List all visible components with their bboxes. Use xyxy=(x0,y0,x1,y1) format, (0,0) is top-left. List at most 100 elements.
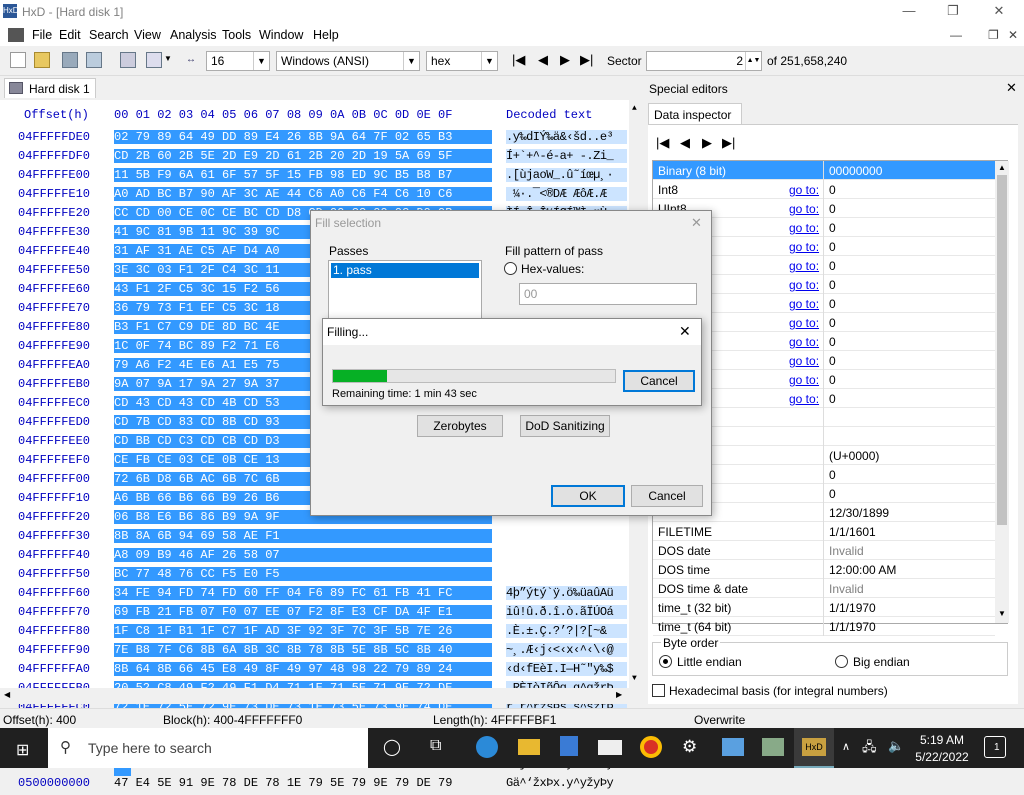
inspector-value[interactable]: 0 xyxy=(829,373,836,387)
zerobytes-button[interactable]: Zerobytes xyxy=(417,415,503,437)
mdi-close-icon[interactable]: ✕ xyxy=(1008,28,1018,42)
big-endian-radio[interactable] xyxy=(835,655,848,668)
inspector-row[interactable]: Int8 go to: 0 xyxy=(653,180,995,199)
row-hex-bytes[interactable]: 7E B8 7F C6 8B 6A 8B 3C 8B 78 8B 5E 8B 5… xyxy=(114,643,492,657)
inspector-value[interactable]: 12/30/1899 xyxy=(829,506,889,520)
tray-chevron-icon[interactable]: ∧ xyxy=(842,740,850,753)
menu-search[interactable]: Search xyxy=(89,28,129,42)
volume-icon[interactable]: 🔈 xyxy=(888,738,904,754)
row-decoded-text[interactable]: ‹d‹fEèI.I—H˜"y‰$ xyxy=(506,662,627,676)
chrome-icon[interactable] xyxy=(640,736,662,758)
inspector-value[interactable]: 12:00:00 AM xyxy=(829,563,896,577)
sector-input[interactable]: 2 ▲▼ xyxy=(646,51,762,71)
goto-link[interactable]: go to: xyxy=(789,259,819,273)
last-sector-icon[interactable]: ▶| xyxy=(580,52,593,68)
inspector-value[interactable]: 0 xyxy=(829,392,836,406)
menu-window[interactable]: Window xyxy=(259,28,303,42)
minimize-button[interactable]: — xyxy=(886,0,932,24)
hex-basis-checkbox[interactable] xyxy=(652,684,665,697)
tab-hard-disk-1[interactable]: Hard disk 1 xyxy=(4,78,96,98)
menu-analysis[interactable]: Analysis xyxy=(170,28,217,42)
hex-row[interactable]: 04FFFFFF30 8B 8A 6B 94 69 58 AE F1 xyxy=(0,529,630,548)
inspector-value[interactable]: 0 xyxy=(829,278,836,292)
menu-view[interactable]: View xyxy=(134,28,161,42)
row-hex-bytes[interactable]: 02 79 89 64 49 DD 89 E4 26 8B 9A 64 7F 0… xyxy=(114,130,492,144)
clock-date[interactable]: 5/22/2022 xyxy=(912,750,972,764)
taskbar-search[interactable]: ⚲ Type here to search xyxy=(48,728,368,768)
hex-row[interactable]: 04FFFFFF80 1F C8 1F B1 1F C7 1F AD 3F 92 … xyxy=(0,624,630,643)
inspector-value[interactable]: (U+0000) xyxy=(829,449,879,463)
menu-file[interactable]: File xyxy=(32,28,52,42)
scroll-left-icon[interactable]: ◀ xyxy=(4,690,10,700)
hxd-taskbar-button[interactable]: HxD xyxy=(794,728,834,768)
mail-icon[interactable] xyxy=(598,740,622,755)
row-hex-bytes[interactable]: 1F C8 1F B1 1F C7 1F AD 3F 92 3F 7C 3F 5… xyxy=(114,624,492,638)
network-icon[interactable]: 🖧 xyxy=(862,738,877,760)
row-decoded-text[interactable]: ­¼·.¯<®DÆ ÆôÆ.Æ xyxy=(506,187,627,201)
dod-sanitizing-button[interactable]: DoD Sanitizing xyxy=(520,415,610,437)
inspector-row[interactable]: time_t (32 bit) 1/1/1970 xyxy=(653,598,995,617)
little-endian-radio[interactable] xyxy=(659,655,672,668)
row-decoded-text[interactable]: Gä^‘žxÞx.y^yžyÞy xyxy=(506,776,627,790)
print-icon[interactable] xyxy=(146,52,162,68)
menu-edit[interactable]: Edit xyxy=(59,28,81,42)
row-decoded-text[interactable]: .y‰dIÝ‰ä&‹šd..e³ xyxy=(506,130,627,144)
first-sector-icon[interactable]: |◀ xyxy=(512,52,525,68)
goto-link[interactable]: go to: xyxy=(789,354,819,368)
inspector-value[interactable]: Invalid xyxy=(829,582,864,596)
inspector-row[interactable]: FILETIME 1/1/1601 xyxy=(653,522,995,541)
row-decoded-text[interactable]: .[ùjaoW_.û˜íœµ¸· xyxy=(506,168,627,182)
row-hex-bytes[interactable]: A8 09 B9 46 AF 26 58 07 xyxy=(114,548,492,562)
hex-values-input[interactable]: 00 xyxy=(519,283,697,305)
goto-link[interactable]: go to: xyxy=(789,335,819,349)
dropdown-arrow-icon[interactable]: ▼ xyxy=(164,54,172,63)
horizontal-scrollbar[interactable]: ◀ ▶ xyxy=(0,688,629,704)
inspector-row[interactable]: DOS time 12:00:00 AM xyxy=(653,560,995,579)
maximize-button[interactable]: ❐ xyxy=(930,0,976,24)
row-hex-bytes[interactable]: 8B 64 8B 66 45 E8 49 8F 49 97 48 98 22 7… xyxy=(114,662,492,676)
goto-link[interactable]: go to: xyxy=(789,202,819,216)
mdi-restore-icon[interactable]: ❐ xyxy=(988,28,999,42)
inspector-row[interactable]: DOS date Invalid xyxy=(653,541,995,560)
fill-dialog-close-icon[interactable]: ✕ xyxy=(691,215,702,231)
row-decoded-text[interactable]: iû!û.ð.î.ò.ãÏÚOá xyxy=(506,605,627,619)
inspector-row[interactable]: time_t (64 bit) 1/1/1970 xyxy=(653,617,995,636)
goto-link[interactable]: go to: xyxy=(789,316,819,330)
row-decoded-text[interactable]: ~¸.Æ‹j‹<‹x‹^‹\‹@ xyxy=(506,643,627,657)
row-decoded-text[interactable]: 4þ”ýtý`ÿ.ö‰üaûAü xyxy=(506,586,627,600)
task-view-icon[interactable]: ⧉ xyxy=(430,737,441,755)
filling-cancel-button[interactable]: Cancel xyxy=(623,370,695,392)
hex-row[interactable]: 04FFFFFF90 7E B8 7F C6 8B 6A 8B 3C 8B 78 … xyxy=(0,643,630,662)
store-icon[interactable] xyxy=(560,736,578,756)
disk-icon[interactable] xyxy=(120,52,136,68)
hex-row[interactable]: 04FFFFFF70 69 FB 21 FB 07 F0 07 EE 07 F2 … xyxy=(0,605,630,624)
inspector-row[interactable]: Binary (8 bit) 00000000 xyxy=(653,161,995,180)
hex-row[interactable]: 04FFFFFF40 A8 09 B9 46 AF 26 58 07 xyxy=(0,548,630,567)
row-hex-bytes[interactable]: 8B 8A 6B 94 69 58 AE F1 xyxy=(114,529,492,543)
filling-close-icon[interactable]: ✕ xyxy=(679,323,691,340)
remote-desktop-icon[interactable] xyxy=(722,738,744,756)
hex-row[interactable]: 04FFFFFFA0 8B 64 8B 66 45 E8 49 8F 49 97 … xyxy=(0,662,630,681)
mode-select[interactable]: hex ▼ xyxy=(426,51,498,71)
inspector-value[interactable]: 1/1/1601 xyxy=(829,525,876,539)
goto-link[interactable]: go to: xyxy=(789,221,819,235)
row-hex-bytes[interactable]: A0 AD BC B7 90 AF 3C AE 44 C6 A0 C6 F4 C… xyxy=(114,187,492,201)
goto-link[interactable]: go to: xyxy=(789,392,819,406)
row-hex-bytes[interactable]: 11 5B F9 6A 61 6F 57 5F 15 FB 98 ED 9C B… xyxy=(114,168,492,182)
inspector-scrollbar[interactable]: ▲ ▼ xyxy=(995,161,1009,623)
scroll-up-icon[interactable]: ▲ xyxy=(998,163,1006,172)
last-icon[interactable]: ▶| xyxy=(722,135,735,151)
hex-row[interactable]: 04FFFFFF50 BC 77 48 76 CC F5 E0 F5 xyxy=(0,567,630,586)
inspector-value[interactable]: 0 xyxy=(829,202,836,216)
hex-row[interactable]: 0500000000 47 E4 5E 91 9E 78 DE 78 1E 79 … xyxy=(0,776,630,795)
scroll-right-icon[interactable]: ▶ xyxy=(616,690,622,700)
disk-tool-icon[interactable] xyxy=(762,738,784,756)
row-hex-bytes[interactable]: BC 77 48 76 CC F5 E0 F5 xyxy=(114,567,492,581)
prev-sector-icon[interactable]: ◀ xyxy=(538,52,548,68)
hex-row[interactable]: 04FFFFFE10 A0 AD BC B7 90 AF 3C AE 44 C6 … xyxy=(0,187,630,206)
goto-link[interactable]: go to: xyxy=(789,297,819,311)
scroll-down-icon[interactable]: ▼ xyxy=(998,609,1006,618)
row-decoded-text[interactable]: .È.±.Ç.­?’?|?[~& xyxy=(506,624,627,638)
row-hex-bytes[interactable]: 34 FE 94 FD 74 FD 60 FF 04 F6 89 FC 61 F… xyxy=(114,586,492,600)
cortana-icon[interactable]: ◯ xyxy=(383,737,401,757)
